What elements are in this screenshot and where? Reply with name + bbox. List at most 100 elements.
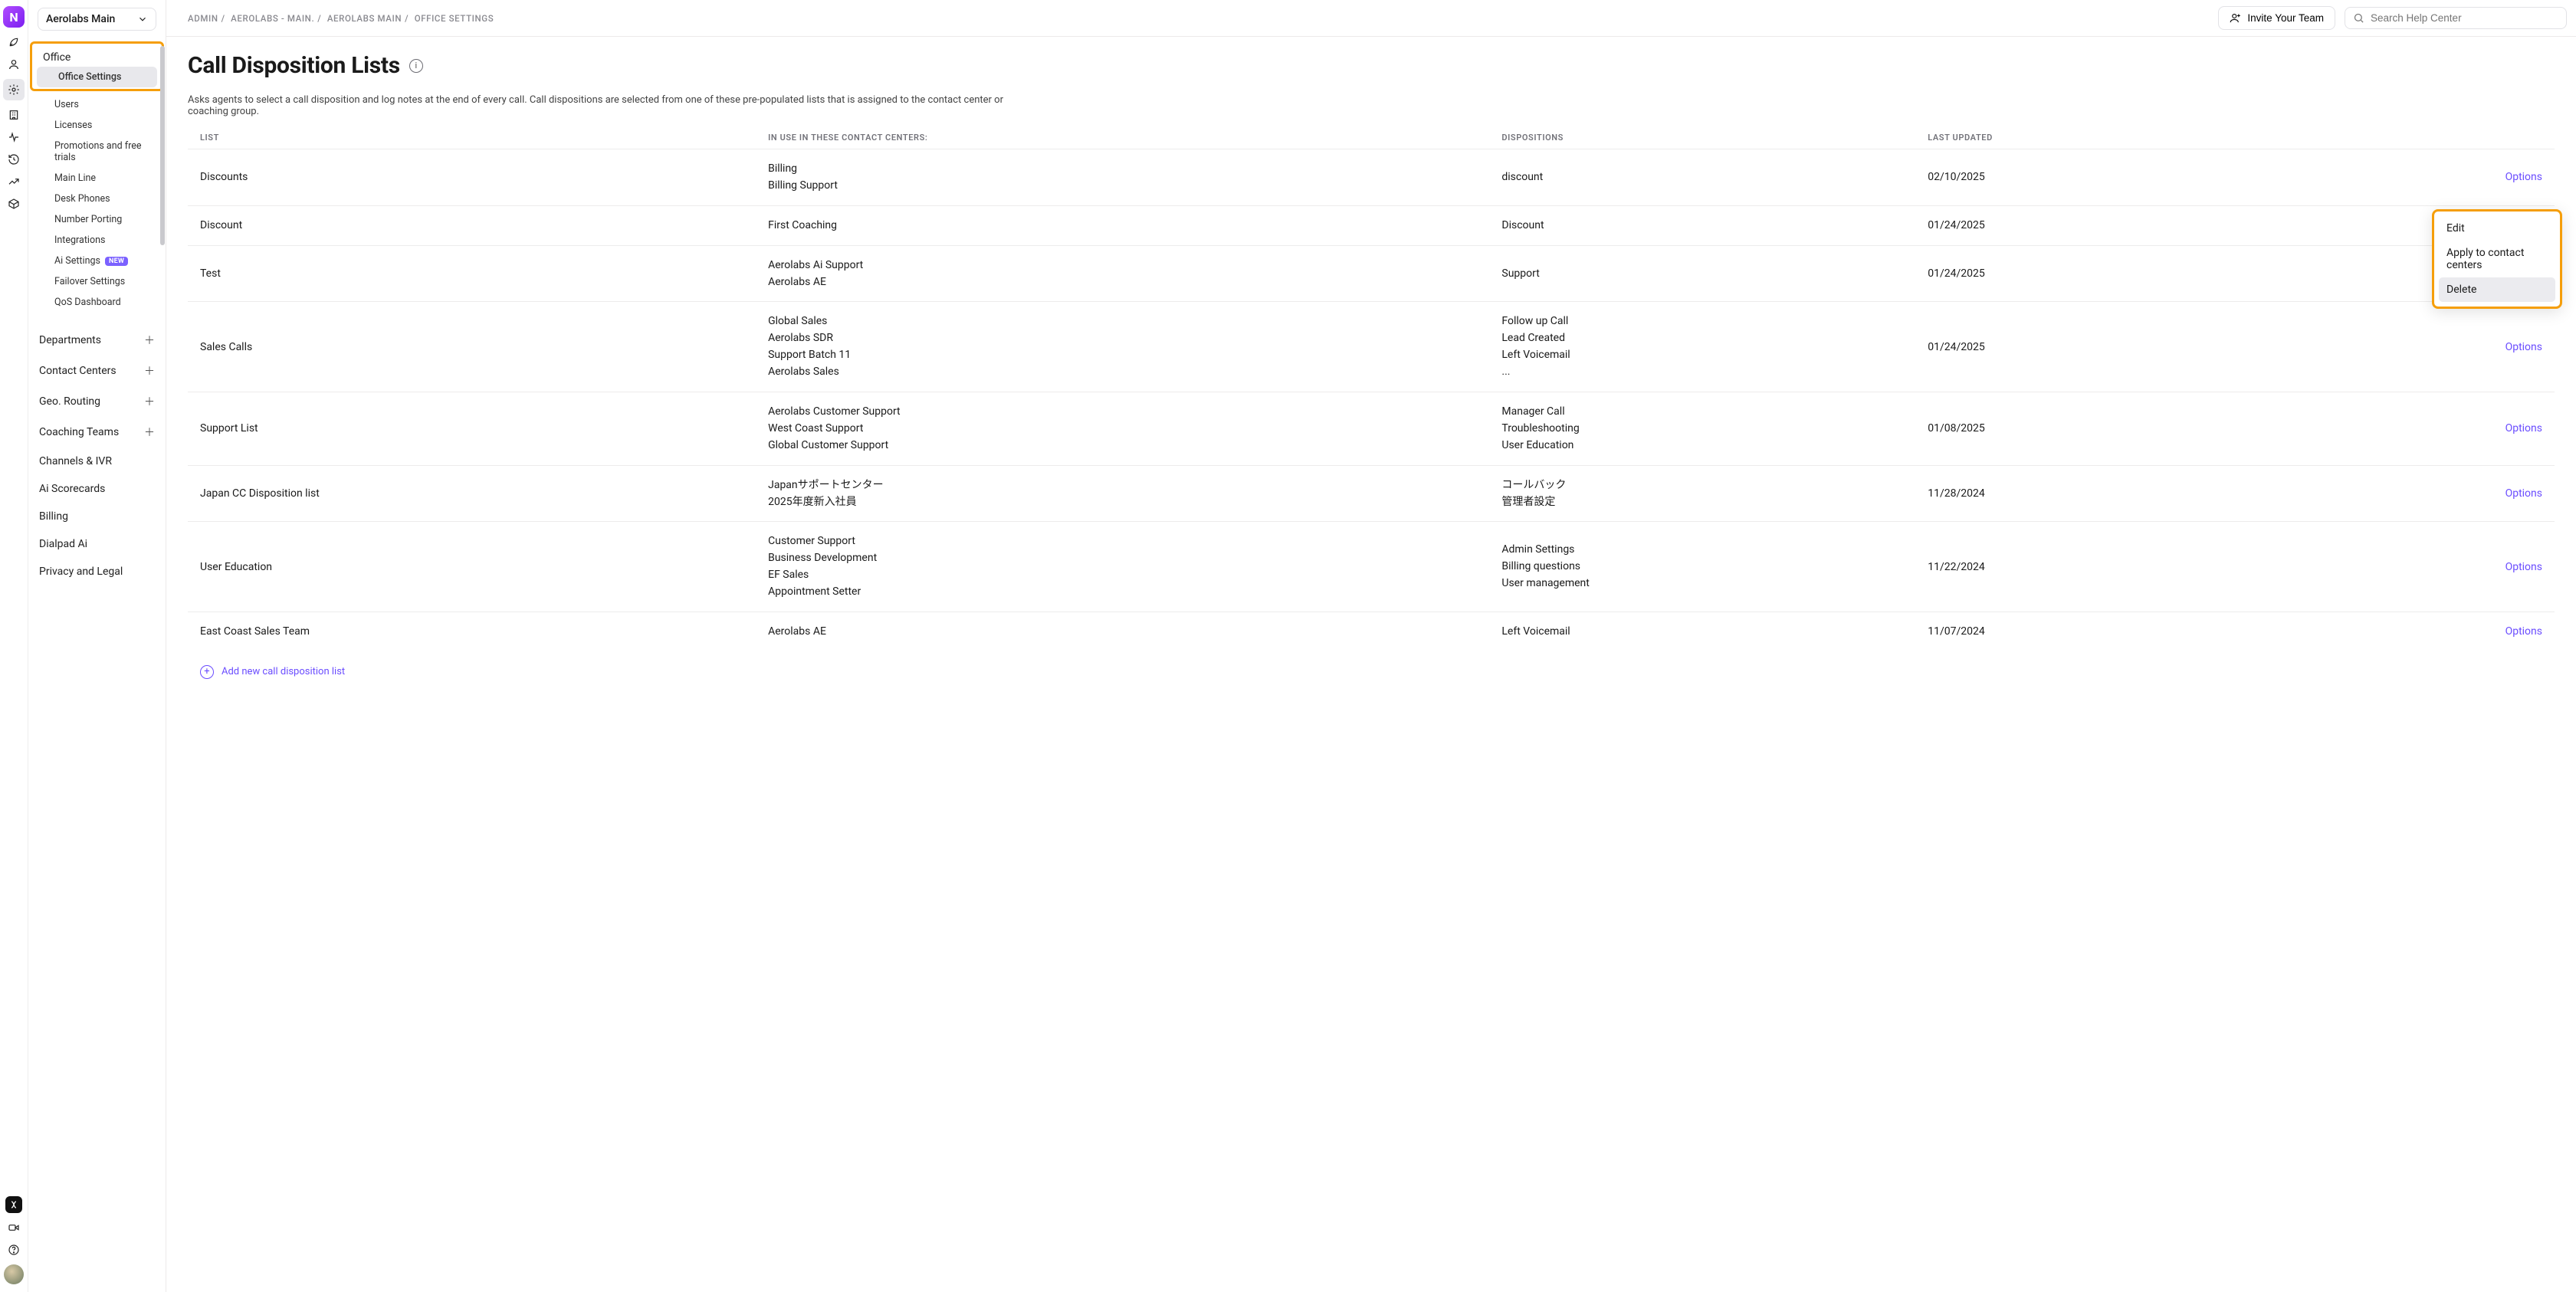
subnav-desk-phones[interactable]: Desk Phones: [33, 189, 161, 209]
cell-dispositions: Manager CallTroubleshootingUser Educatio…: [1489, 392, 1915, 466]
cell-list: Test: [188, 245, 756, 302]
cell-date: 11/22/2024: [1915, 522, 2318, 612]
app-logo[interactable]: N: [3, 6, 25, 28]
crumb-workspace[interactable]: AEROLABS MAIN: [327, 13, 402, 24]
options-link[interactable]: Options: [2330, 487, 2542, 500]
plus-icon[interactable]: ＋: [144, 425, 155, 440]
options-link[interactable]: Options: [2330, 625, 2542, 638]
search-help[interactable]: [2345, 7, 2567, 29]
ai-badge-icon[interactable]: [5, 1196, 22, 1213]
cell-contact-centers: Aerolabs Customer SupportWest Coast Supp…: [756, 392, 1489, 466]
table-row: Japan CC Disposition listJapanサポートセンター20…: [188, 465, 2555, 522]
disposition-table: LIST IN USE IN THESE CONTACT CENTERS: DI…: [188, 126, 2555, 651]
nav-contact-centers[interactable]: Contact Centers＋: [28, 356, 166, 386]
menu-delete[interactable]: Delete: [2439, 277, 2555, 302]
topbar: ADMIN/ AEROLABS - MAIN./ AEROLABS MAIN/ …: [166, 0, 2576, 37]
subnav-main-line[interactable]: Main Line: [33, 168, 161, 189]
options-menu: Edit Apply to contact centers Delete: [2432, 209, 2562, 309]
cell-date: 01/08/2025: [1915, 392, 2318, 466]
subnav-licenses[interactable]: Licenses: [33, 115, 161, 136]
table-row: DiscountsBillingBilling Supportdiscount0…: [188, 149, 2555, 206]
rocket-icon[interactable]: [6, 34, 21, 50]
trend-icon[interactable]: [6, 174, 21, 189]
cell-list: Support List: [188, 392, 756, 466]
nav-dialpad-ai[interactable]: Dialpad Ai: [28, 530, 166, 558]
options-link[interactable]: Options: [2330, 561, 2542, 573]
activity-icon[interactable]: [6, 130, 21, 145]
crumb-org[interactable]: AEROLABS - MAIN.: [231, 13, 314, 24]
sidebar-section-office[interactable]: Office: [32, 45, 162, 67]
cell-list: User Education: [188, 522, 756, 612]
plus-icon[interactable]: ＋: [144, 333, 155, 348]
page-title: Call Disposition Lists: [188, 52, 400, 79]
cell-date: 11/28/2024: [1915, 465, 2318, 522]
cell-dispositions: discount: [1489, 149, 1915, 206]
nav-privacy-legal[interactable]: Privacy and Legal: [28, 558, 166, 585]
th-list: LIST: [188, 126, 756, 149]
sidebar-scrollbar[interactable]: [159, 38, 166, 1277]
options-link[interactable]: Options: [2330, 341, 2542, 353]
subnav-integrations[interactable]: Integrations: [33, 230, 161, 251]
help-icon[interactable]: [6, 1242, 21, 1258]
cell-date: 01/24/2025: [1915, 205, 2318, 245]
package-icon[interactable]: [6, 196, 21, 212]
cell-dispositions: Left Voicemail: [1489, 612, 1915, 651]
nav-ai-scorecards[interactable]: Ai Scorecards: [28, 475, 166, 503]
add-disposition-list-button[interactable]: + Add new call disposition list: [188, 665, 2555, 679]
subnav-number-porting[interactable]: Number Porting: [33, 209, 161, 230]
plus-icon[interactable]: ＋: [144, 394, 155, 409]
cell-dispositions: Admin SettingsBilling questionsUser mana…: [1489, 522, 1915, 612]
search-input[interactable]: [2371, 12, 2558, 24]
nav-billing[interactable]: Billing: [28, 503, 166, 530]
cell-list: Sales Calls: [188, 302, 756, 392]
cell-contact-centers: Japanサポートセンター2025年度新入社員: [756, 465, 1489, 522]
cell-dispositions: コールバック管理者設定: [1489, 465, 1915, 522]
main: ADMIN/ AEROLABS - MAIN./ AEROLABS MAIN/ …: [166, 0, 2576, 1292]
nav-channels-ivr[interactable]: Channels & IVR: [28, 448, 166, 475]
subnav-ai-settings[interactable]: Ai SettingsNEW: [33, 251, 161, 271]
history-icon[interactable]: [6, 152, 21, 167]
menu-edit[interactable]: Edit: [2439, 216, 2555, 241]
workspace-switcher[interactable]: Aerolabs Main: [38, 8, 156, 31]
th-last-updated: LAST UPDATED: [1915, 126, 2318, 149]
table-row: Support ListAerolabs Customer SupportWes…: [188, 392, 2555, 466]
nav-departments[interactable]: Departments＋: [28, 325, 166, 356]
menu-apply[interactable]: Apply to contact centers: [2439, 241, 2555, 277]
search-icon: [2353, 12, 2364, 24]
cell-dispositions: Discount: [1489, 205, 1915, 245]
building-icon[interactable]: [6, 107, 21, 123]
invite-team-button[interactable]: Invite Your Team: [2218, 6, 2335, 30]
plus-circle-icon: +: [200, 665, 214, 679]
cell-date: 01/24/2025: [1915, 302, 2318, 392]
plus-icon[interactable]: ＋: [144, 363, 155, 379]
th-in-use: IN USE IN THESE CONTACT CENTERS:: [756, 126, 1489, 149]
cell-contact-centers: BillingBilling Support: [756, 149, 1489, 206]
table-row: East Coast Sales TeamAerolabs AELeft Voi…: [188, 612, 2555, 651]
info-icon[interactable]: i: [409, 59, 423, 73]
avatar[interactable]: [4, 1264, 24, 1284]
crumb-admin[interactable]: ADMIN: [188, 13, 218, 24]
options-link[interactable]: Options: [2330, 422, 2542, 434]
cell-date: 11/07/2024: [1915, 612, 2318, 651]
subnav-qos[interactable]: QoS Dashboard: [33, 292, 161, 313]
cell-dispositions: Follow up CallLead CreatedLeft Voicemail…: [1489, 302, 1915, 392]
user-plus-icon: [2230, 12, 2241, 24]
options-link[interactable]: Options: [2330, 171, 2542, 183]
subnav-failover[interactable]: Failover Settings: [33, 271, 161, 292]
subnav-office-settings[interactable]: Office Settings: [37, 67, 157, 87]
subnav-users[interactable]: Users: [33, 94, 161, 115]
nav-coaching-teams[interactable]: Coaching Teams＋: [28, 417, 166, 448]
icon-rail: N: [0, 0, 28, 1292]
office-highlight: Office Office Settings: [30, 41, 164, 91]
breadcrumb: ADMIN/ AEROLABS - MAIN./ AEROLABS MAIN/ …: [188, 13, 494, 24]
subnav-promotions[interactable]: Promotions and free trials: [33, 136, 161, 168]
gear-icon[interactable]: [3, 79, 25, 100]
user-icon[interactable]: [6, 57, 21, 72]
table-row: DiscountFirst CoachingDiscount01/24/2025…: [188, 205, 2555, 245]
workspace-name: Aerolabs Main: [46, 13, 115, 25]
nav-geo-routing[interactable]: Geo. Routing＋: [28, 386, 166, 417]
chevron-down-icon: [137, 14, 148, 25]
cell-date: 01/24/2025: [1915, 245, 2318, 302]
video-icon[interactable]: [6, 1220, 21, 1235]
cell-list: Discount: [188, 205, 756, 245]
